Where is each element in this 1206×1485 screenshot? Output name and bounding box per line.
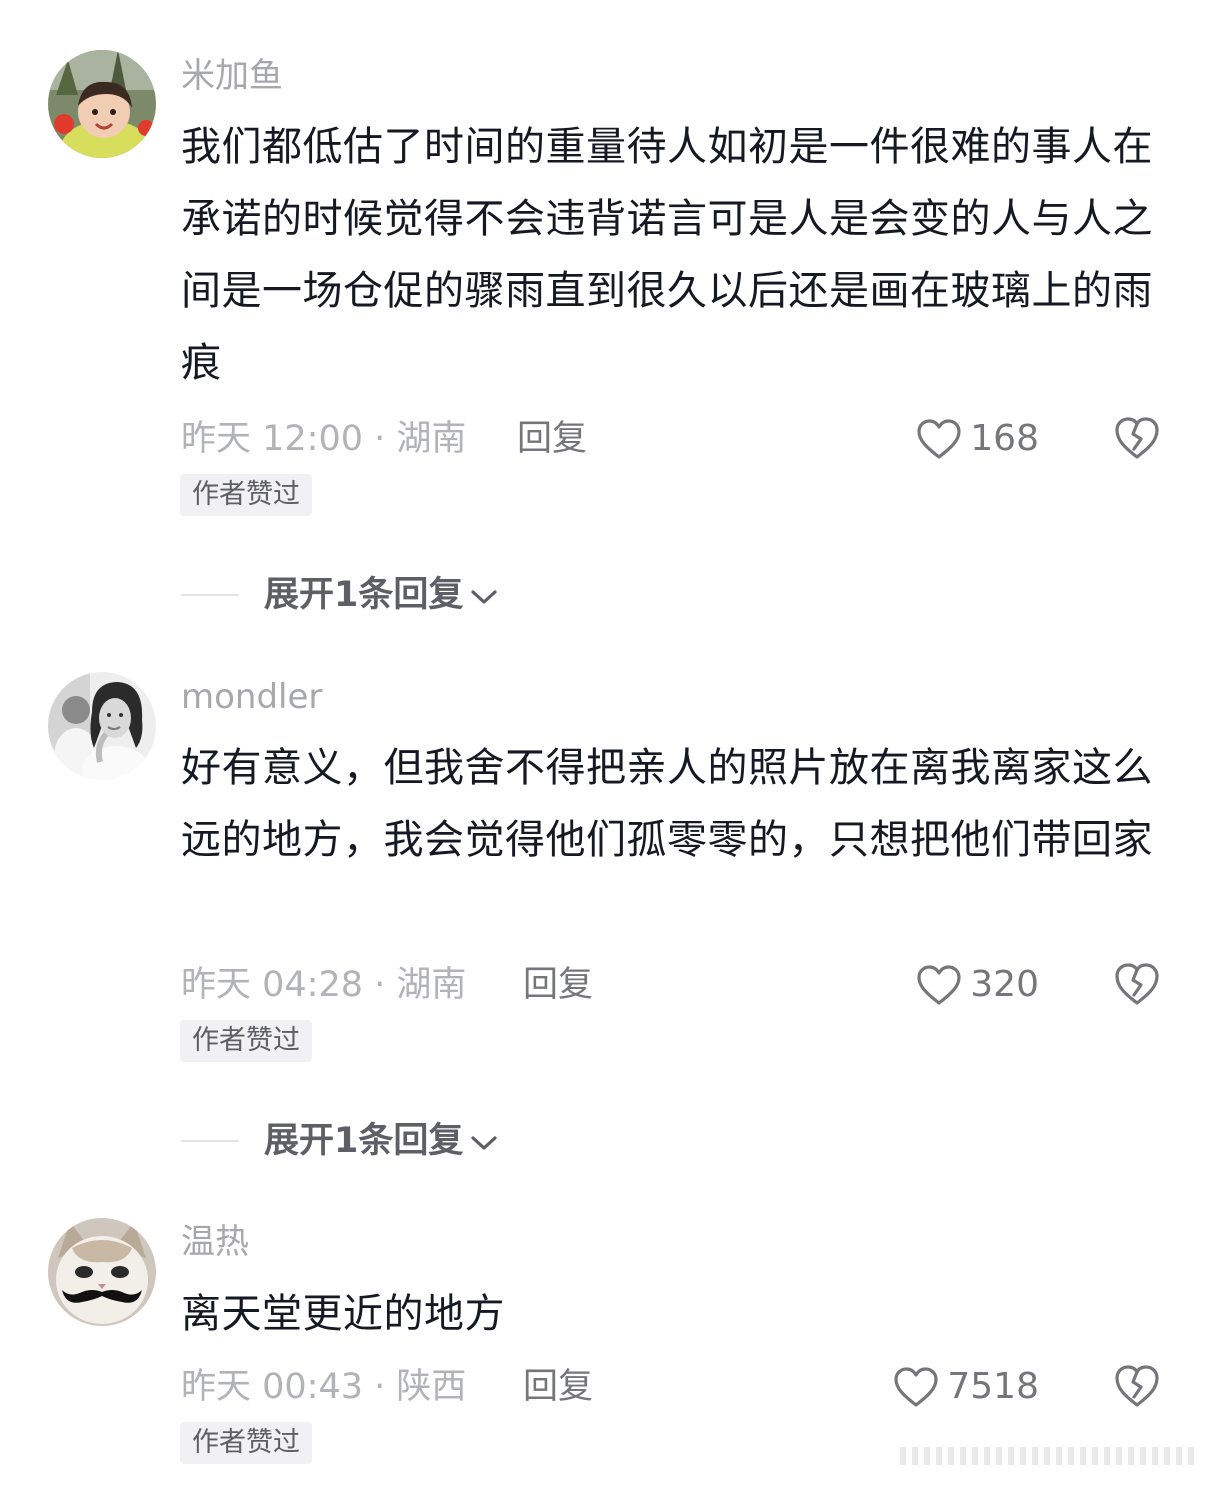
heart-outline-icon	[917, 965, 961, 1005]
like-button[interactable]: 320	[916, 960, 1039, 1010]
child-photo-avatar-icon	[48, 50, 156, 158]
reply-button[interactable]: 回复	[523, 960, 593, 1010]
like-count: 7518	[947, 1366, 1039, 1407]
heart-outline-icon	[917, 419, 961, 459]
watermark-graphic	[900, 1447, 1194, 1465]
time-location: 昨天 00:43 · 陕西	[181, 1367, 467, 1407]
like-count: 320	[970, 964, 1039, 1005]
comment-text: 离天堂更近的地方	[181, 1291, 505, 1337]
comment-text: 好有意义，但我舍不得把亲人的照片放在离我离家这么远的地方，我会觉得他们孤零零的，…	[181, 745, 1153, 863]
expand-replies-label: 展开1条回复	[264, 575, 464, 615]
comment-meta: 昨天 00:43 · 陕西 回复 7518	[181, 1362, 1161, 1412]
comment-item: mondler 好有意义，但我舍不得把亲人的照片放在离我离家这么远的地方，我会觉…	[0, 640, 1206, 1200]
like-count: 168	[970, 418, 1039, 459]
divider	[181, 594, 239, 596]
cat-mustache-avatar-icon	[48, 1218, 156, 1326]
chevron-down-icon	[471, 590, 497, 604]
expand-replies-button[interactable]: 展开1条回复	[181, 570, 499, 620]
expand-replies-label: 展开1条回复	[264, 1121, 464, 1161]
comment-meta: 昨天 12:00 · 湖南 回复 168	[181, 414, 1161, 464]
divider	[181, 1140, 239, 1142]
bw-portrait-avatar-icon	[48, 672, 156, 780]
broken-heart-icon[interactable]	[1113, 961, 1161, 1007]
like-button[interactable]: 7518	[893, 1362, 1039, 1412]
username[interactable]: mondler	[181, 675, 322, 719]
author-liked-badge: 作者赞过	[180, 474, 312, 516]
username[interactable]: 温热	[181, 1220, 249, 1264]
avatar[interactable]	[48, 672, 156, 780]
comment-text: 我们都低估了时间的重量待人如初是一件很难的事人在承诺的时候觉得不会违背诺言可是人…	[181, 124, 1153, 386]
avatar[interactable]	[48, 1218, 156, 1326]
chevron-down-icon	[471, 1136, 497, 1150]
author-liked-badge: 作者赞过	[180, 1422, 312, 1464]
comment-item: 米加鱼 我们都低估了时间的重量待人如初是一件很难的事人在承诺的时候觉得不会违背诺…	[0, 0, 1206, 640]
reply-button[interactable]: 回复	[517, 414, 587, 464]
username[interactable]: 米加鱼	[181, 54, 283, 98]
avatar[interactable]	[48, 50, 156, 158]
like-button[interactable]: 168	[916, 414, 1039, 464]
time-location: 昨天 04:28 · 湖南	[181, 965, 467, 1005]
heart-outline-icon	[894, 1367, 938, 1407]
broken-heart-icon[interactable]	[1113, 415, 1161, 461]
time-location: 昨天 12:00 · 湖南	[181, 419, 467, 459]
broken-heart-icon[interactable]	[1113, 1363, 1161, 1409]
expand-replies-button[interactable]: 展开1条回复	[181, 1116, 499, 1166]
author-liked-badge: 作者赞过	[180, 1020, 312, 1062]
reply-button[interactable]: 回复	[523, 1362, 593, 1412]
comment-meta: 昨天 04:28 · 湖南 回复 320	[181, 960, 1161, 1010]
